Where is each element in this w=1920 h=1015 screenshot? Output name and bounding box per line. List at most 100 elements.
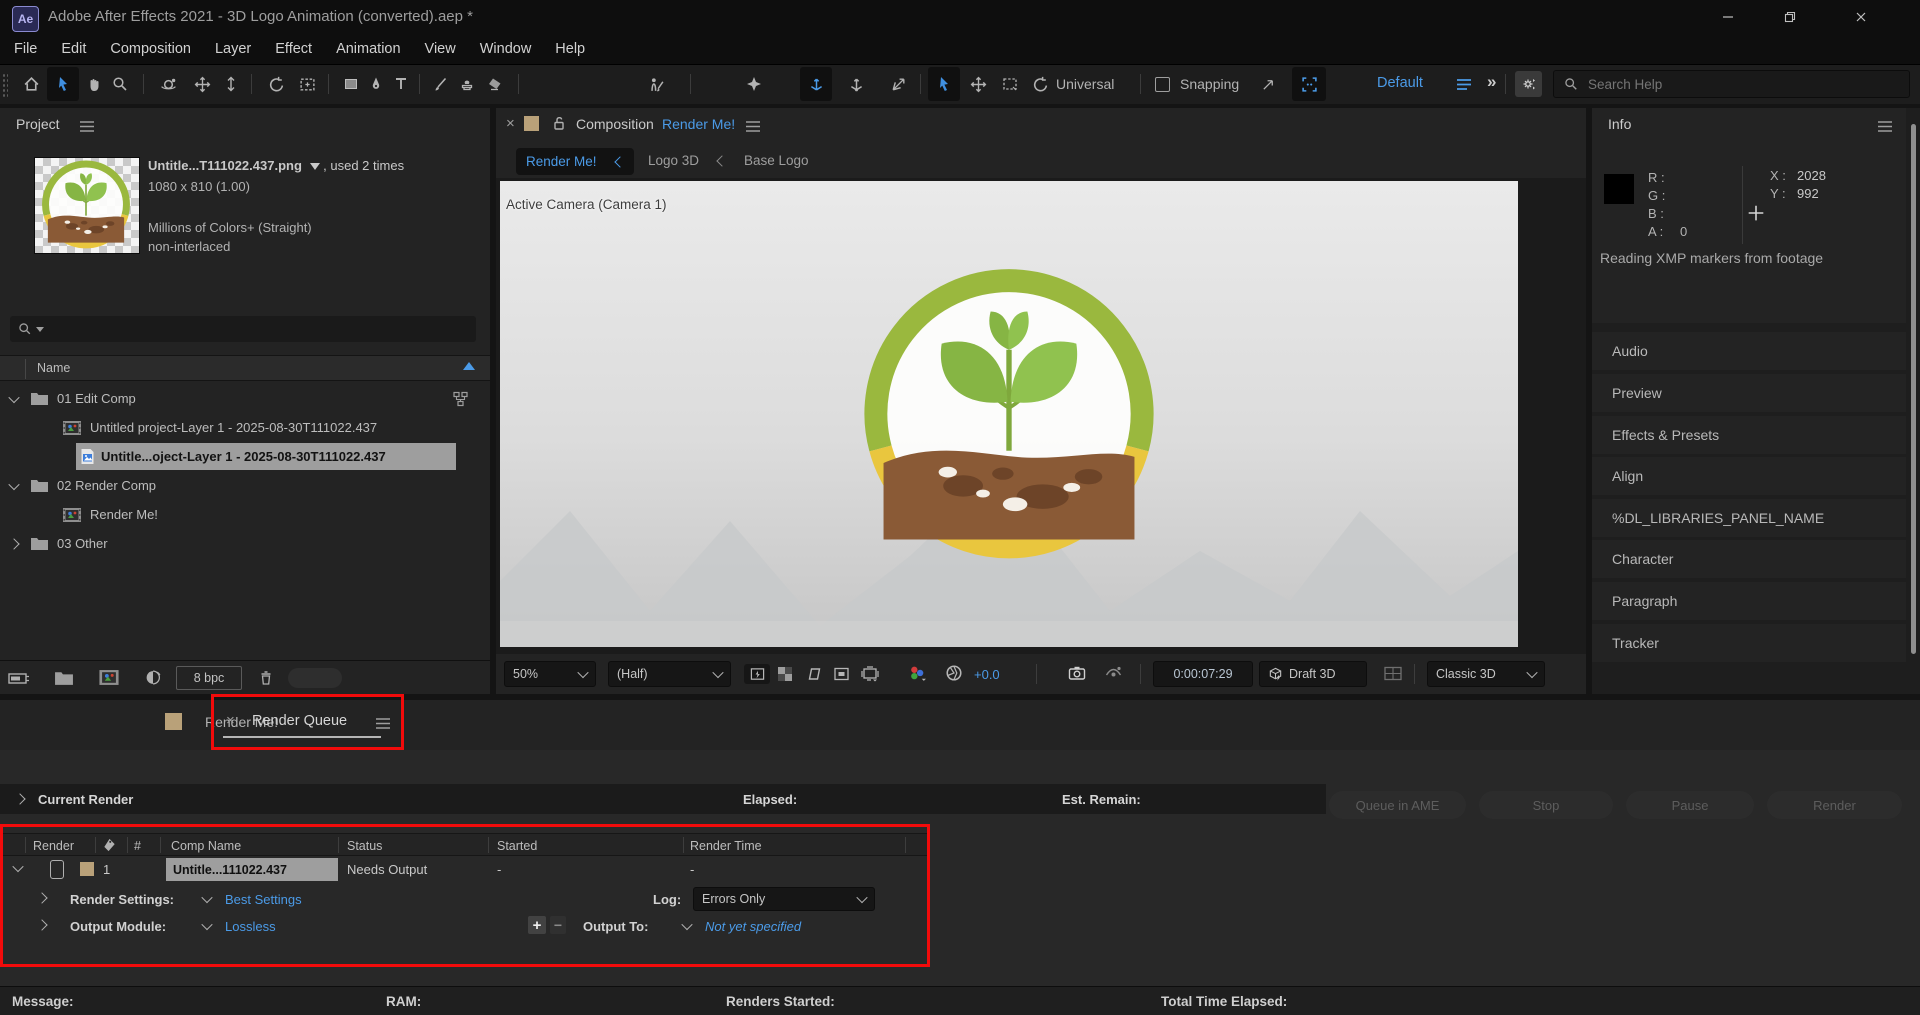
project-search-input[interactable] — [48, 321, 468, 338]
sync-settings-button[interactable] — [1515, 71, 1542, 97]
queue-in-ame-button[interactable]: Queue in AME — [1329, 791, 1466, 819]
view-layout-icon[interactable] — [1384, 666, 1402, 681]
tree-row-folder-01[interactable]: 01 Edit Comp — [0, 384, 490, 413]
header-status[interactable]: Status — [347, 834, 382, 857]
chevron-left-icon[interactable] — [614, 156, 625, 167]
fast-previews-button[interactable]: Draft 3D — [1259, 661, 1367, 687]
workspace-selector[interactable]: Default — [1377, 75, 1423, 91]
unlock-icon[interactable] — [552, 116, 566, 131]
magnification-dropdown[interactable]: 50% — [504, 661, 596, 687]
pan-camera-tool[interactable] — [186, 64, 218, 104]
resolution-dropdown[interactable]: (Half) — [608, 661, 731, 687]
footage-dropdown-icon[interactable] — [310, 163, 320, 170]
render-queue-tab-close[interactable]: × — [226, 712, 235, 729]
render-settings-value[interactable]: Best Settings — [225, 892, 302, 907]
tree-row-folder-03[interactable]: 03 Other — [0, 529, 490, 558]
exposure-icon[interactable] — [945, 664, 963, 682]
column-name-label[interactable]: Name — [37, 361, 70, 375]
new-composition-icon[interactable] — [98, 669, 120, 686]
menu-layer[interactable]: Layer — [215, 41, 251, 57]
zoom-tool[interactable] — [104, 64, 136, 104]
fast-previews-icon[interactable] — [744, 664, 770, 684]
project-tab[interactable]: Project — [16, 116, 60, 132]
label-tag-icon[interactable] — [102, 837, 117, 853]
menu-effect[interactable]: Effect — [275, 41, 312, 57]
panel-tab-audio[interactable]: Audio — [1592, 332, 1906, 370]
menu-animation[interactable]: Animation — [336, 41, 400, 57]
tree-row-render-me[interactable]: Render Me! — [0, 500, 490, 529]
log-dropdown[interactable]: Errors Only — [693, 887, 875, 911]
show-snapshot-eye-icon[interactable] — [1104, 665, 1123, 681]
universal-gizmo-label[interactable]: Universal — [1056, 76, 1114, 92]
snapping-checkbox[interactable] — [1155, 77, 1170, 92]
menu-help[interactable]: Help — [555, 41, 585, 57]
marquee-tool[interactable] — [994, 64, 1026, 104]
view-axis-mode[interactable] — [882, 64, 914, 104]
roto-brush-tool[interactable] — [640, 64, 672, 104]
comp-viewport[interactable]: Active Camera (Camera 1) — [500, 181, 1518, 647]
exposure-value[interactable]: +0.0 — [974, 667, 1000, 682]
camera-region-tool[interactable] — [291, 64, 323, 104]
output-module-dropdown-icon[interactable] — [196, 917, 218, 935]
composition-selection-tool[interactable] — [928, 67, 960, 101]
project-search-dropdown[interactable] — [36, 327, 44, 332]
output-module-value[interactable]: Lossless — [225, 919, 276, 934]
orbit-camera-tool[interactable] — [152, 64, 184, 104]
search-help-input[interactable] — [1586, 76, 1870, 93]
panel-tab-tracker[interactable]: Tracker — [1592, 624, 1906, 662]
render-checkbox[interactable] — [50, 860, 64, 879]
snap-bounds-icon[interactable] — [1292, 67, 1326, 101]
row-comp-name-cell[interactable]: Untitle...111022.437 — [166, 858, 338, 881]
puppet-pin-tool[interactable] — [738, 64, 770, 104]
channel-icon[interactable] — [908, 664, 927, 683]
comp-panel-title[interactable]: Composition — [576, 116, 654, 132]
project-panel-menu-icon[interactable] — [80, 120, 94, 135]
stop-button[interactable]: Stop — [1479, 791, 1613, 819]
transparency-grid-icon[interactable] — [777, 666, 793, 682]
timecode-display[interactable]: 0:00:07:29 — [1153, 661, 1253, 687]
bottom-tab-render-queue[interactable]: Render Queue — [252, 713, 347, 729]
interpret-footage-icon[interactable] — [8, 670, 30, 686]
tree-row-folder-02[interactable]: 02 Render Comp — [0, 471, 490, 500]
render-button[interactable]: Render — [1767, 791, 1902, 819]
chevron-left-icon[interactable] — [716, 155, 727, 166]
panel-tab-character[interactable]: Character — [1592, 540, 1906, 578]
restore-button[interactable] — [1762, 0, 1818, 34]
panel-tab-align[interactable]: Align — [1592, 457, 1906, 495]
renderer-dropdown[interactable]: Classic 3D — [1427, 661, 1545, 687]
text-tool[interactable] — [385, 64, 417, 104]
info-tab[interactable]: Info — [1608, 116, 1631, 132]
menu-edit[interactable]: Edit — [61, 41, 86, 57]
color-depth-icon[interactable] — [144, 669, 162, 686]
header-render-time[interactable]: Render Time — [690, 834, 762, 857]
comp-panel-comp-name[interactable]: Render Me! — [662, 116, 735, 132]
comp-panel-close[interactable]: × — [506, 115, 515, 132]
world-axis-mode[interactable] — [840, 64, 872, 104]
trash-icon[interactable] — [258, 669, 274, 686]
toolbar-grip[interactable] — [2, 73, 8, 97]
menu-view[interactable]: View — [425, 41, 456, 57]
output-to-dropdown-icon[interactable] — [676, 917, 698, 935]
region-of-interest-icon[interactable] — [833, 666, 850, 682]
toolbar-overflow[interactable]: » — [1487, 72, 1496, 92]
remove-output-button[interactable]: − — [550, 916, 566, 934]
snap-arrow-icon[interactable] — [1255, 64, 1281, 104]
pause-button[interactable]: Pause — [1626, 791, 1754, 819]
menu-file[interactable]: File — [14, 41, 37, 57]
panel-tab-libraries[interactable]: %DL_LIBRARIES_PANEL_NAME — [1592, 499, 1906, 537]
breadcrumb-logo3d[interactable]: Logo 3D — [648, 153, 699, 168]
tree-row-footage-selected[interactable]: Untitle...oject-Layer 1 - 2025-08-30T111… — [0, 442, 490, 471]
output-to-value[interactable]: Not yet specified — [705, 919, 801, 934]
project-columns-header[interactable]: Name — [0, 355, 490, 381]
bit-depth-button[interactable]: 8 bpc — [176, 666, 242, 690]
rotate-gizmo-tool[interactable] — [1024, 64, 1056, 104]
selection-tool[interactable] — [47, 67, 79, 101]
row-expand-chevron[interactable] — [12, 861, 23, 872]
header-started[interactable]: Started — [497, 834, 537, 857]
sort-indicator-icon[interactable] — [463, 362, 475, 370]
snapshot-camera-icon[interactable] — [1068, 665, 1086, 681]
workspace-menu-icon[interactable] — [1456, 78, 1472, 94]
render-queue-tab-menu-icon[interactable] — [376, 717, 390, 732]
queue-row[interactable]: 1 Untitle...111022.437 Needs Output - - — [0, 857, 928, 883]
render-settings-dropdown-icon[interactable] — [196, 890, 218, 908]
